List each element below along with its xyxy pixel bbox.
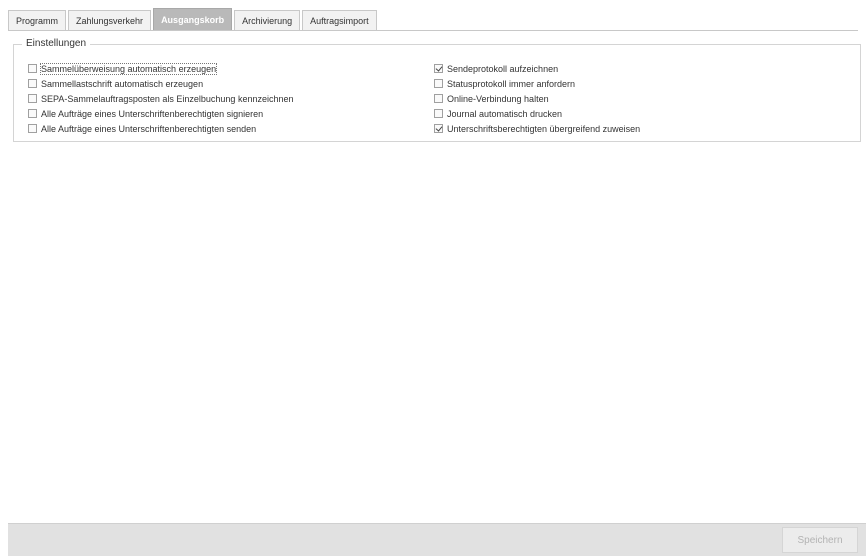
checkbox[interactable]: [434, 124, 443, 133]
tab-auftragsimport[interactable]: Auftragsimport: [302, 10, 377, 30]
option-label: Sammelüberweisung automatisch erzeugen: [39, 62, 218, 75]
checkbox[interactable]: [434, 94, 443, 103]
option-label: Journal automatisch drucken: [447, 108, 563, 119]
option-unterschrift-zuweisen[interactable]: Unterschriftsberechtigten übergreifend z…: [434, 122, 640, 135]
option-label: Sammellastschrift automatisch erzeugen: [41, 78, 204, 89]
option-label: Online-Verbindung halten: [447, 93, 549, 104]
option-alle-signieren[interactable]: Alle Aufträge eines Unterschriftenberech…: [28, 107, 293, 120]
option-label: Sendeprotokoll aufzeichnen: [447, 63, 559, 74]
option-label: Statusprotokoll immer anfordern: [447, 78, 576, 89]
option-label: Unterschriftsberechtigten übergreifend z…: [447, 123, 641, 134]
settings-window: Programm Zahlungsverkehr Ausgangskorb Ar…: [0, 0, 868, 557]
checkbox[interactable]: [28, 79, 37, 88]
checkbox[interactable]: [434, 64, 443, 73]
option-label: Alle Aufträge eines Unterschriftenberech…: [41, 123, 257, 134]
settings-group-title: Einstellungen: [22, 38, 91, 49]
checkbox[interactable]: [434, 79, 443, 88]
tab-zahlungsverkehr[interactable]: Zahlungsverkehr: [68, 10, 152, 30]
right-options-column: Sendeprotokoll aufzeichnen Statusprotoko…: [434, 62, 640, 137]
option-statusprotokoll[interactable]: Statusprotokoll immer anfordern: [434, 77, 640, 90]
option-journal-drucken[interactable]: Journal automatisch drucken: [434, 107, 640, 120]
tab-archivierung[interactable]: Archivierung: [234, 10, 301, 30]
option-sendeprotokoll[interactable]: Sendeprotokoll aufzeichnen: [434, 62, 640, 75]
footer-bar: Speichern: [8, 523, 866, 556]
checkbox[interactable]: [434, 109, 443, 118]
option-alle-senden[interactable]: Alle Aufträge eines Unterschriftenberech…: [28, 122, 293, 135]
option-sammelueberweisung[interactable]: Sammelüberweisung automatisch erzeugen: [28, 62, 293, 75]
option-online-verbindung[interactable]: Online-Verbindung halten: [434, 92, 640, 105]
checkbox[interactable]: [28, 64, 37, 73]
save-button[interactable]: Speichern: [782, 527, 858, 553]
left-options-column: Sammelüberweisung automatisch erzeugen S…: [28, 62, 293, 137]
option-label: SEPA-Sammelauftragsposten als Einzelbuch…: [41, 93, 294, 104]
checkbox[interactable]: [28, 94, 37, 103]
checkbox[interactable]: [28, 124, 37, 133]
option-label: Alle Aufträge eines Unterschriftenberech…: [41, 108, 264, 119]
tab-bar: Programm Zahlungsverkehr Ausgangskorb Ar…: [8, 8, 379, 30]
option-sepa-einzelbuchung[interactable]: SEPA-Sammelauftragsposten als Einzelbuch…: [28, 92, 293, 105]
tab-divider: [8, 30, 858, 31]
tab-programm[interactable]: Programm: [8, 10, 67, 30]
tab-ausgangskorb[interactable]: Ausgangskorb: [153, 8, 233, 30]
checkbox[interactable]: [28, 109, 37, 118]
option-sammellastschrift[interactable]: Sammellastschrift automatisch erzeugen: [28, 77, 293, 90]
